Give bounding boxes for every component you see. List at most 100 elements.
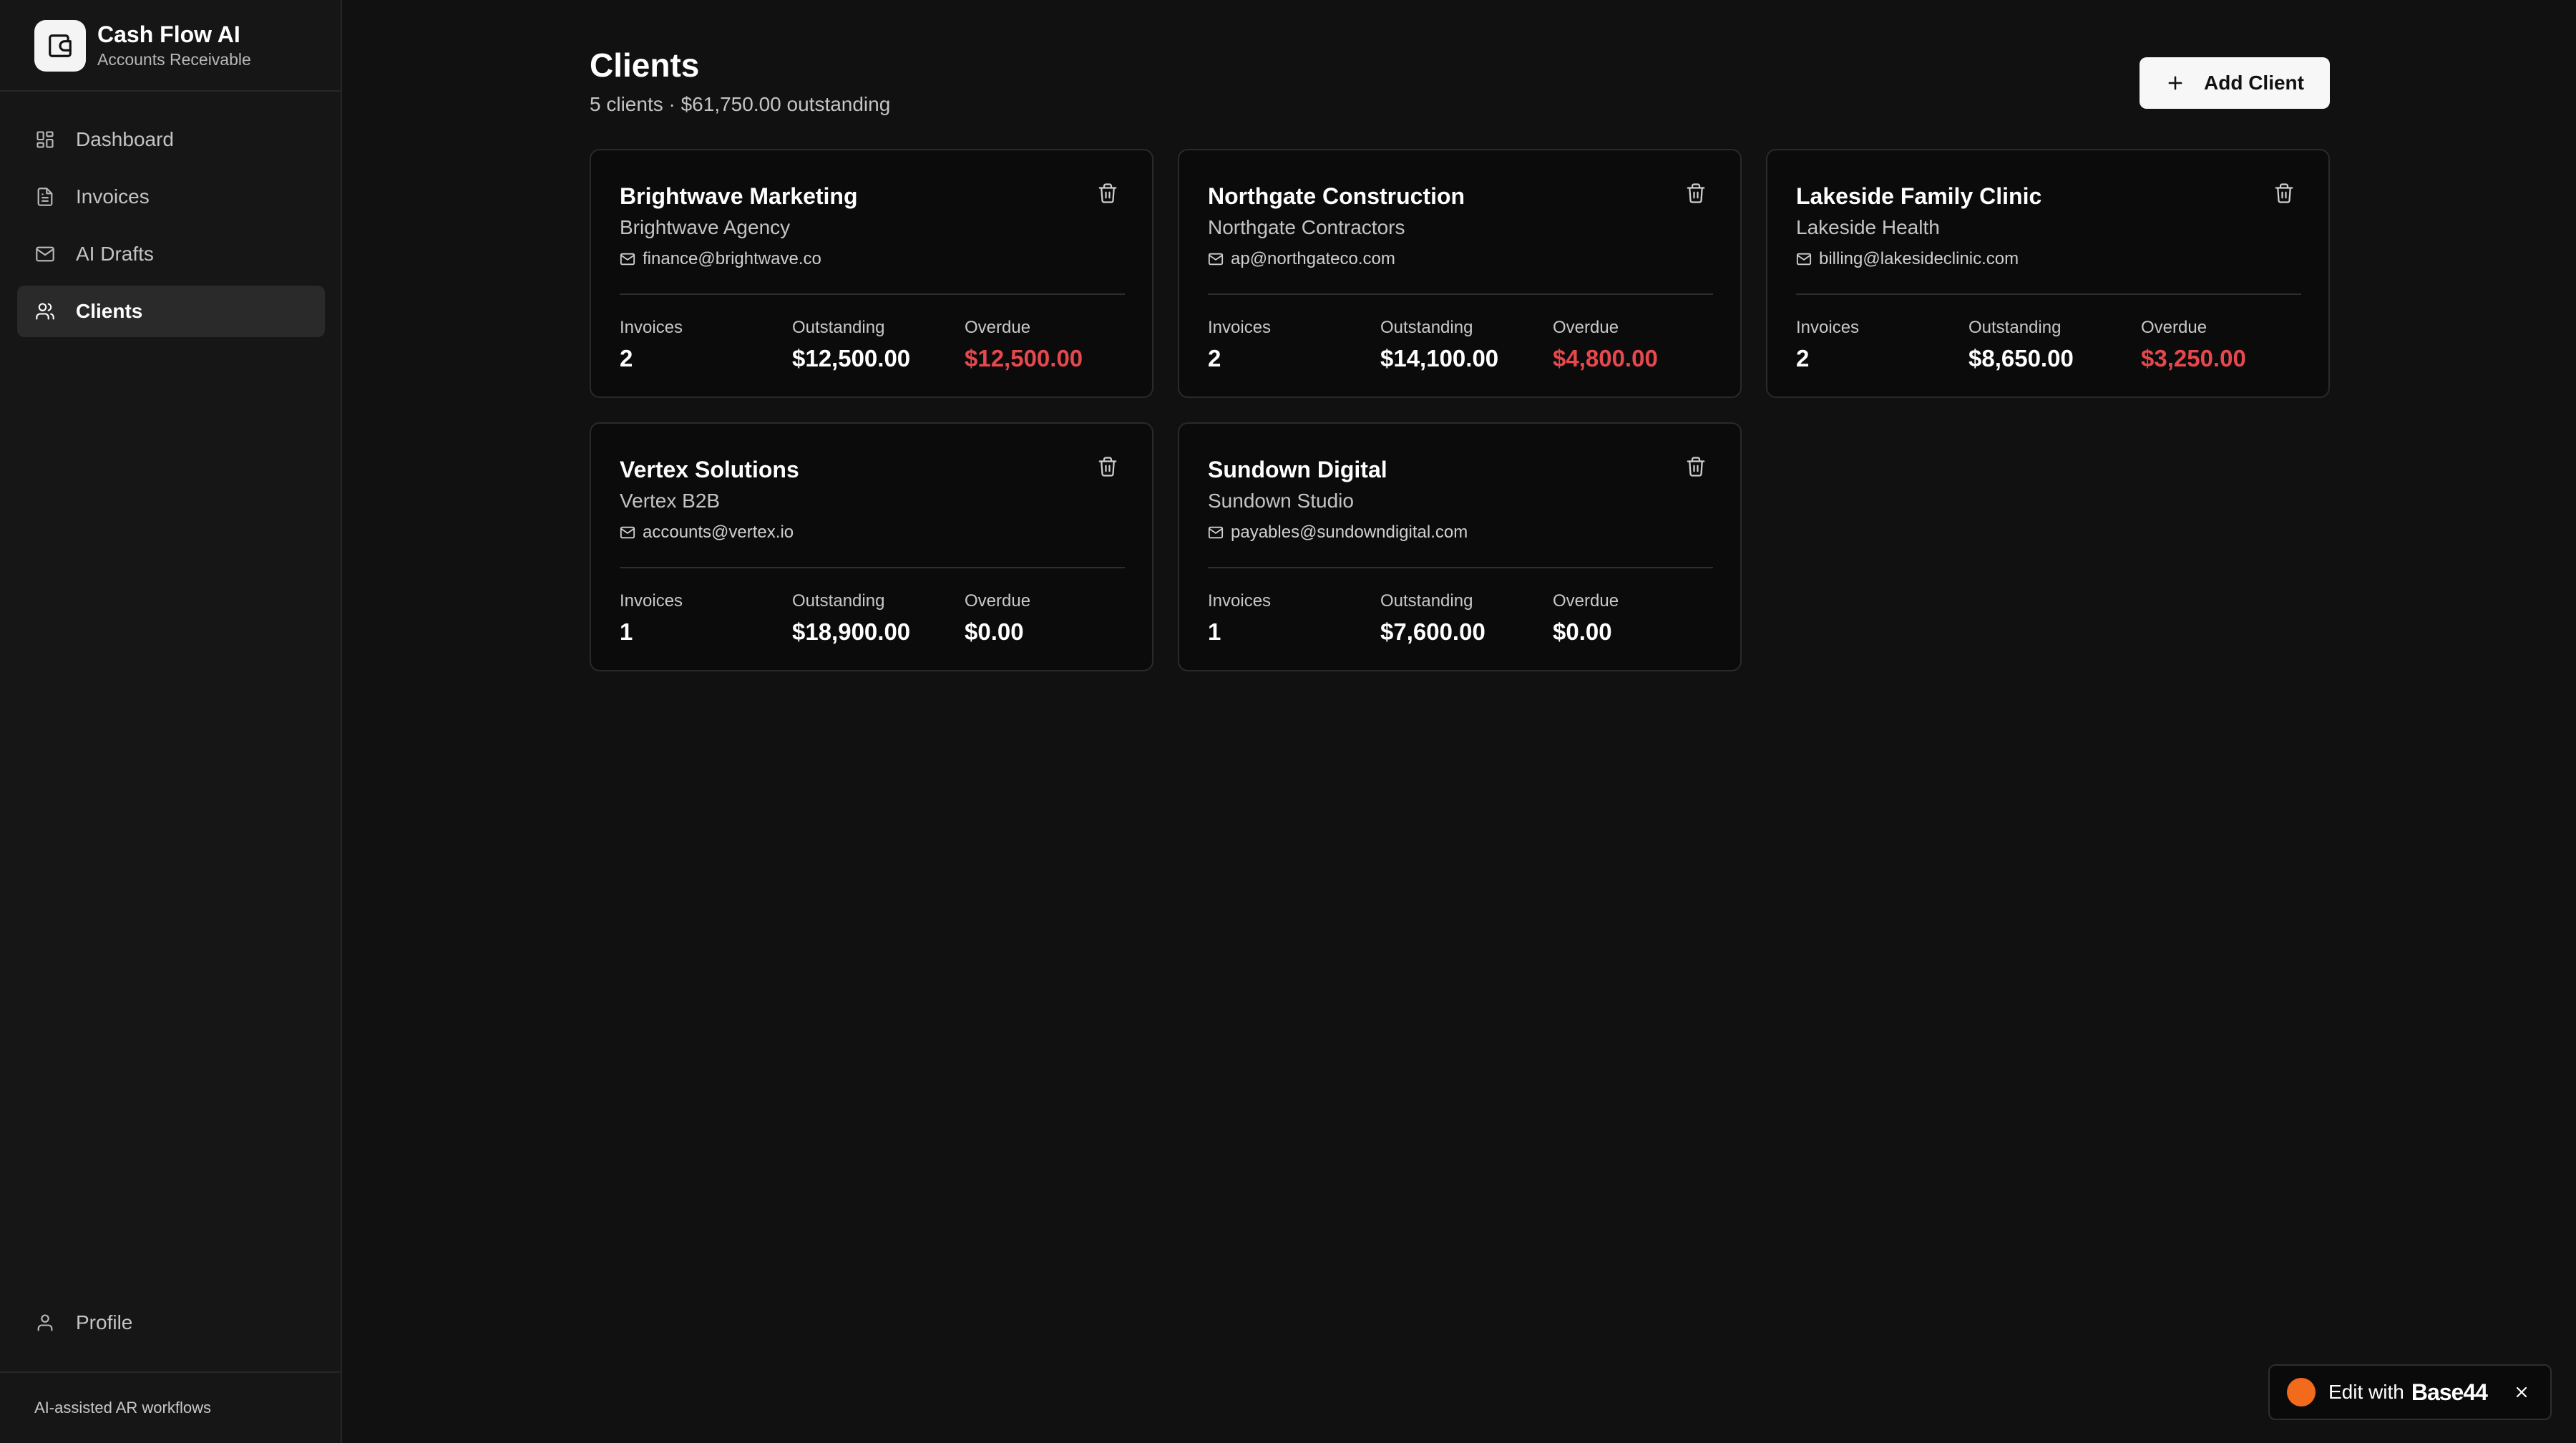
document-icon <box>34 186 56 208</box>
stat-label: Outstanding <box>1968 318 2062 337</box>
stat-label: Outstanding <box>1380 591 1473 611</box>
card-divider <box>620 567 1125 568</box>
app-root: Cash Flow AI Accounts Receivable Dashboa… <box>0 0 2576 1443</box>
dashboard-grid-icon <box>34 129 56 150</box>
stat-outstanding: Outstanding $8,650.00 <box>1968 318 2074 372</box>
stat-label: Overdue <box>1553 318 1619 337</box>
sidebar-item-label: Clients <box>76 300 143 322</box>
sidebar-item-label: AI Drafts <box>76 243 154 265</box>
sidebar-item-profile[interactable]: Profile <box>17 1297 325 1349</box>
stat-label: Outstanding <box>792 591 885 611</box>
base44-logo-icon <box>2287 1378 2316 1406</box>
sidebar-item-clients[interactable]: Clients <box>17 286 325 337</box>
add-client-button[interactable]: Add Client <box>2140 57 2330 109</box>
wallet-icon <box>34 20 86 72</box>
user-icon <box>34 1312 56 1333</box>
client-email: billing@lakesideclinic.com <box>1796 249 2019 269</box>
sidebar-item-invoices[interactable]: Invoices <box>17 171 325 223</box>
stat-overdue: Overdue $0.00 <box>965 591 1030 646</box>
stat-value-overdue: $0.00 <box>965 618 1024 645</box>
mail-icon <box>620 251 635 267</box>
stat-value-overdue: $0.00 <box>1553 618 1612 645</box>
client-company: Sundown Studio <box>1208 490 1354 512</box>
stat-label: Invoices <box>620 318 683 337</box>
mail-icon <box>1208 251 1224 267</box>
mail-icon <box>34 243 56 265</box>
stat-label: Invoices <box>1208 318 1272 337</box>
sidebar-item-dashboard[interactable]: Dashboard <box>17 114 325 165</box>
client-name: Northgate Construction <box>1208 183 1465 209</box>
edit-badge-brand: Base44 <box>2411 1379 2488 1405</box>
client-email: accounts@vertex.io <box>620 523 794 543</box>
client-card[interactable]: Brightwave Marketing Brightwave Agency fin… <box>590 149 1153 398</box>
client-email: finance@brightwave.co <box>620 249 821 269</box>
stat-value-invoices: 2 <box>620 345 633 371</box>
delete-client-trash-icon[interactable] <box>1096 455 1119 478</box>
delete-client-trash-icon[interactable] <box>1096 182 1119 205</box>
stat-value-invoices: 2 <box>1796 345 1810 371</box>
client-company: Brightwave Agency <box>620 216 791 238</box>
client-email-text: finance@brightwave.co <box>643 249 821 268</box>
client-card[interactable]: Sundown Digital Sundown Studio payables@su… <box>1178 422 1742 671</box>
stat-value-invoices: 1 <box>620 618 633 645</box>
stat-overdue: Overdue $4,800.00 <box>1553 318 1658 372</box>
app-name: Cash Flow AI <box>97 21 240 47</box>
sidebar-divider <box>0 90 342 92</box>
delete-client-trash-icon[interactable] <box>1684 182 1707 205</box>
client-card[interactable]: Northgate Construction Northgate Contract… <box>1178 149 1742 398</box>
page-title: Clients <box>590 47 700 84</box>
add-client-label: Add Client <box>2204 72 2304 94</box>
sidebar-item-ai-drafts[interactable]: AI Drafts <box>17 228 325 280</box>
stat-invoices: Invoices 2 <box>1208 318 1271 372</box>
card-divider <box>1208 293 1713 295</box>
sidebar: Cash Flow AI Accounts Receivable Dashboa… <box>0 0 342 1443</box>
client-email-text: ap@northgateco.com <box>1231 249 1395 268</box>
brand[interactable]: Cash Flow AI Accounts Receivable <box>34 20 335 72</box>
sidebar-item-label: Dashboard <box>76 128 174 150</box>
client-name: Vertex Solutions <box>620 457 799 482</box>
card-divider <box>1796 293 2301 295</box>
client-name: Lakeside Family Clinic <box>1796 183 2042 209</box>
stat-overdue: Overdue $0.00 <box>1553 591 1619 646</box>
client-email: ap@northgateco.com <box>1208 249 1395 269</box>
stat-outstanding: Outstanding $12,500.00 <box>792 318 910 372</box>
page-subtitle: 5 clients · $61,750.00 outstanding <box>590 93 891 115</box>
stat-value-overdue: $4,800.00 <box>1553 345 1658 371</box>
client-card[interactable]: Lakeside Family Clinic Lakeside Health bil… <box>1766 149 2330 398</box>
mail-icon <box>620 525 635 540</box>
stat-value-overdue: $3,250.00 <box>2141 345 2246 371</box>
stat-invoices: Invoices 2 <box>1796 318 1859 372</box>
plus-icon <box>2165 73 2185 93</box>
sidebar-divider <box>0 1371 342 1373</box>
stat-label: Invoices <box>1796 318 1860 337</box>
stat-label: Invoices <box>620 591 683 611</box>
stat-value-invoices: 2 <box>1208 345 1221 371</box>
stat-value-overdue: $12,500.00 <box>965 345 1083 371</box>
delete-client-trash-icon[interactable] <box>2273 182 2296 205</box>
client-email-text: accounts@vertex.io <box>643 523 794 542</box>
stat-label: Overdue <box>1553 591 1619 611</box>
mail-icon <box>1208 525 1224 540</box>
client-company: Northgate Contractors <box>1208 216 1405 238</box>
edit-with-base44-badge[interactable]: Edit with Base44 <box>2268 1364 2552 1420</box>
stat-overdue: Overdue $12,500.00 <box>965 318 1083 372</box>
client-name: Brightwave Marketing <box>620 183 858 209</box>
stat-value-outstanding: $12,500.00 <box>792 345 911 371</box>
delete-client-trash-icon[interactable] <box>1684 455 1707 478</box>
stat-label: Overdue <box>965 318 1031 337</box>
stat-label: Overdue <box>965 591 1031 611</box>
client-company: Vertex B2B <box>620 490 721 512</box>
card-divider <box>620 293 1125 295</box>
close-icon[interactable] <box>2513 1384 2530 1401</box>
client-card[interactable]: Vertex Solutions Vertex B2B accounts@verte… <box>590 422 1153 671</box>
app-subtitle: Accounts Receivable <box>97 50 251 69</box>
stat-invoices: Invoices 1 <box>1208 591 1271 646</box>
users-icon <box>34 301 56 322</box>
stat-outstanding: Outstanding $14,100.00 <box>1380 318 1498 372</box>
sidebar-item-label: Profile <box>76 1311 133 1333</box>
client-email: payables@sundowndigital.com <box>1208 523 1468 543</box>
stat-invoices: Invoices 1 <box>620 591 683 646</box>
edit-badge-text: Edit with <box>2328 1381 2404 1403</box>
client-email-text: billing@lakesideclinic.com <box>1819 249 2019 268</box>
mail-icon <box>1796 251 1812 267</box>
